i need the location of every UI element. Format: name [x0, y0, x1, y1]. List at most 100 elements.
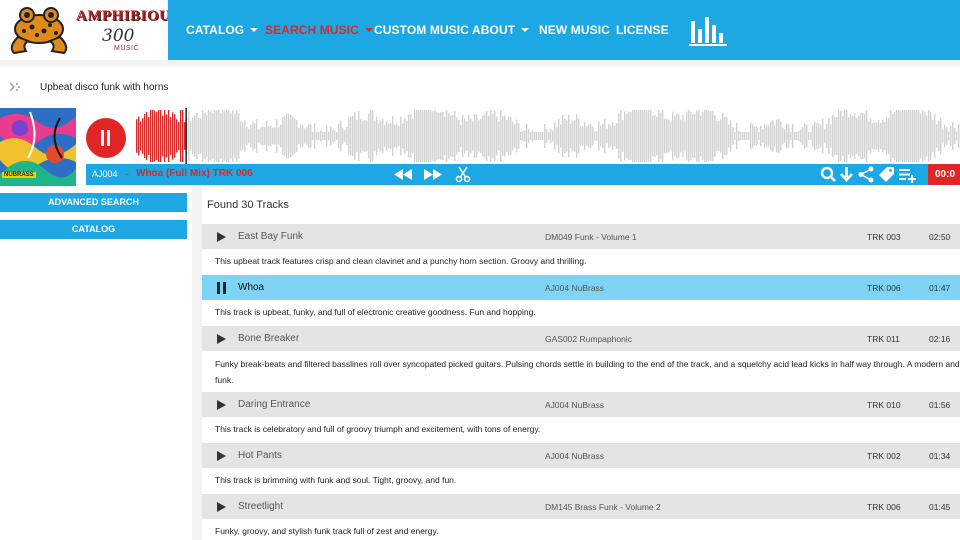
- waveform-bar: [866, 110, 868, 162]
- play-icon[interactable]: [217, 400, 226, 410]
- waveform-bar: [816, 122, 818, 150]
- brand-wordmark: AMPHIBIOUS 300 MUSIC: [74, 6, 179, 54]
- fast-forward-icon[interactable]: [422, 166, 444, 183]
- track-row[interactable]: Daring Entrance AJ004 NuBrass TRK 010 01…: [202, 392, 960, 417]
- waveform-bar: [490, 110, 492, 162]
- play-icon[interactable]: [217, 451, 226, 461]
- waveform-bar: [726, 116, 728, 156]
- rewind-icon[interactable]: [392, 166, 414, 183]
- search-bar[interactable]: Upbeat disco funk with horns: [0, 66, 960, 108]
- waveform[interactable]: [136, 108, 960, 164]
- waveform-bar: [188, 110, 190, 162]
- waveform-bar: [786, 123, 788, 149]
- playhead[interactable]: [185, 108, 187, 164]
- track-duration: 01:56: [929, 400, 951, 410]
- track-title[interactable]: East Bay Funk: [238, 231, 303, 242]
- ai-search-icon[interactable]: [8, 80, 22, 94]
- catalog-button[interactable]: CATALOG: [0, 220, 187, 239]
- track-album[interactable]: DM049 Funk - Volume 1: [545, 232, 637, 242]
- track-album[interactable]: AJ004 NuBrass: [545, 400, 604, 410]
- download-icon[interactable]: [839, 166, 854, 183]
- waveform-bar: [622, 120, 624, 152]
- track-album[interactable]: AJ004 NuBrass: [545, 451, 604, 461]
- waveform-bar: [266, 121, 268, 151]
- track-album[interactable]: DM145 Brass Funk - Volume 2: [545, 502, 661, 512]
- album-tag: NUBRASS: [2, 172, 36, 178]
- waveform-bar: [194, 115, 196, 157]
- play-icon[interactable]: [217, 334, 226, 344]
- waveform-bar: [828, 118, 830, 154]
- waveform-bar: [888, 117, 890, 155]
- waveform-bar: [548, 132, 550, 140]
- waveform-bar: [666, 118, 668, 154]
- nav-item-search-music[interactable]: SEARCH MUSIC: [265, 23, 373, 37]
- tag-icon[interactable]: [877, 166, 896, 183]
- waveform-bar: [772, 120, 774, 152]
- waveform-bar: [814, 121, 816, 151]
- waveform-bar: [746, 132, 748, 140]
- waveform-bar: [394, 124, 396, 148]
- nav-item-catalog[interactable]: CATALOG: [186, 23, 259, 37]
- track-title[interactable]: Bone Breaker: [238, 333, 299, 344]
- track-row-playing[interactable]: Whoa AJ004 NuBrass TRK 006 01:47: [202, 275, 960, 300]
- waveform-bar: [206, 114, 208, 158]
- sidebar: [0, 186, 192, 540]
- track-title[interactable]: Daring Entrance: [238, 399, 310, 410]
- advanced-search-button[interactable]: ADVANCED SEARCH: [0, 193, 187, 212]
- waveform-bar: [936, 124, 938, 148]
- waveform-bar: [306, 126, 308, 146]
- waveform-bar: [564, 118, 566, 154]
- track-row[interactable]: Bone Breaker GAS002 Rumpaphonic TRK 011 …: [202, 326, 960, 351]
- waveform-bar: [282, 117, 284, 155]
- waveform-bar: [698, 110, 700, 162]
- now-playing-title: Whoa (Full Mix) TRK 006: [136, 168, 253, 179]
- scissors-icon[interactable]: [455, 166, 471, 183]
- waveform-bar: [444, 116, 446, 156]
- track-title[interactable]: Hot Pants: [238, 450, 282, 461]
- nav-item-custom-music[interactable]: CUSTOM MUSIC: [374, 23, 469, 37]
- play-icon[interactable]: [217, 502, 226, 512]
- track-title[interactable]: Whoa: [238, 282, 264, 293]
- track-album[interactable]: GAS002 Rumpaphonic: [545, 334, 632, 344]
- waveform-bar: [538, 132, 540, 140]
- waveform-bar: [550, 128, 552, 144]
- waveform-bar: [218, 110, 220, 162]
- waveform-bar: [376, 116, 378, 156]
- track-album[interactable]: AJ004 NuBrass: [545, 283, 604, 293]
- track-title[interactable]: Streetlight: [238, 501, 283, 512]
- waveform-bar: [534, 132, 536, 140]
- waveform-bar: [352, 115, 354, 157]
- waveform-bar: [360, 119, 362, 153]
- track-description: This upbeat track features crisp and cle…: [215, 256, 587, 266]
- pause-icon[interactable]: [217, 282, 226, 294]
- waveform-bar: [174, 114, 176, 158]
- waveform-bar: [694, 113, 696, 159]
- playlist-add-icon[interactable]: [898, 166, 918, 183]
- track-row[interactable]: Streetlight DM145 Brass Funk - Volume 2 …: [202, 494, 960, 519]
- share-icon[interactable]: [857, 166, 875, 183]
- search-input[interactable]: Upbeat disco funk with horns: [40, 82, 168, 93]
- waveform-bar: [440, 112, 442, 160]
- waveform-bar: [566, 121, 568, 151]
- waveform-bar: [696, 110, 698, 162]
- waveform-bar: [240, 121, 242, 151]
- nav-item-new-music[interactable]: NEW MUSIC: [539, 23, 610, 37]
- waveform-bar: [740, 132, 742, 140]
- waveform-bar: [454, 110, 456, 162]
- nav-item-license[interactable]: LICENSE: [616, 23, 669, 37]
- track-row[interactable]: East Bay Funk DM049 Funk - Volume 1 TRK …: [202, 224, 960, 249]
- search-similar-icon[interactable]: [820, 166, 837, 183]
- waveform-bar: [422, 110, 424, 162]
- logo[interactable]: AMPHIBIOUS 300 MUSIC: [0, 0, 179, 60]
- track-row[interactable]: Hot Pants AJ004 NuBrass TRK 002 01:34: [202, 443, 960, 468]
- waveform-bar: [408, 114, 410, 158]
- pause-button[interactable]: [86, 118, 126, 158]
- nav-item-about[interactable]: ABOUT: [472, 23, 530, 37]
- waveform-bar: [486, 111, 488, 161]
- equalizer-icon[interactable]: [688, 15, 728, 47]
- waveform-bar: [646, 110, 648, 162]
- play-icon[interactable]: [217, 232, 226, 242]
- waveform-bar: [844, 110, 846, 162]
- waveform-bar: [508, 116, 510, 156]
- brand-name: AMPHIBIOUS: [76, 8, 180, 24]
